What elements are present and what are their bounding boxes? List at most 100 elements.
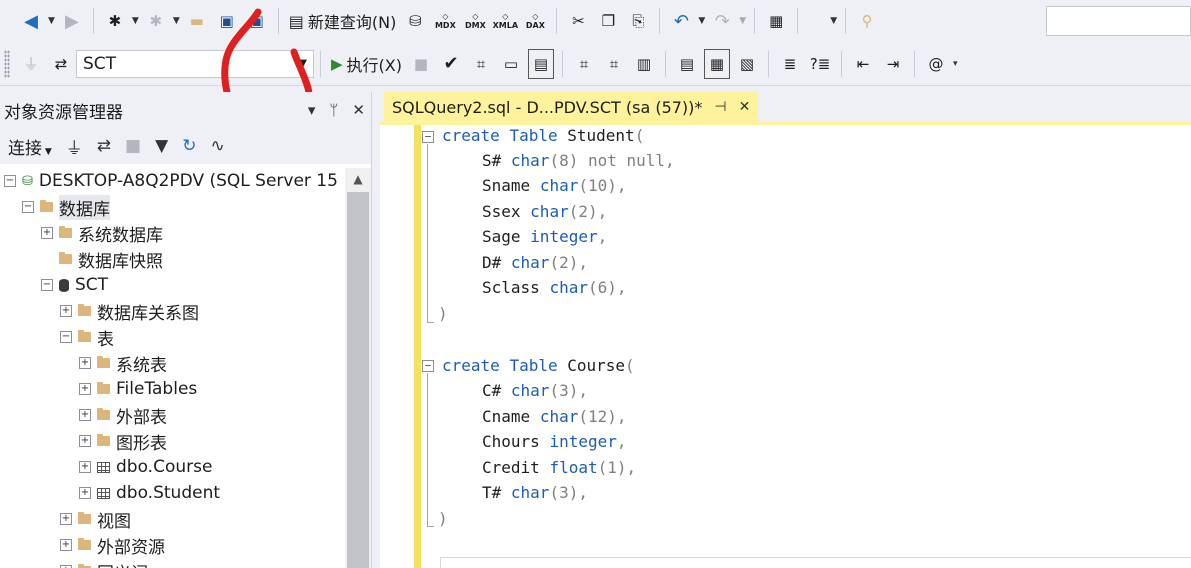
include-actual-plan-icon[interactable]: ⌗ — [571, 49, 597, 79]
tree-node-databases[interactable]: − 数据库 — [22, 194, 110, 220]
activity-monitor-icon[interactable]: ▦ — [763, 6, 789, 36]
connect-plug-icon[interactable]: ⏚ — [66, 134, 83, 159]
tree-node-external-resources[interactable]: + 外部资源 — [60, 532, 165, 558]
expand-icon[interactable]: + — [60, 513, 72, 525]
tree-node-server[interactable]: − ⛁ DESKTOP-A8Q2PDV (SQL Server 15 — [4, 168, 338, 194]
tree-node-external-tables[interactable]: + 外部表 — [79, 402, 167, 428]
tree-scrollbar[interactable]: ▲ — [345, 168, 371, 568]
expand-icon[interactable]: + — [41, 227, 53, 239]
separator — [841, 50, 842, 77]
find-box[interactable] — [1046, 6, 1191, 36]
redo-dropdown-icon[interactable]: ▼ — [739, 16, 746, 26]
expand-icon[interactable]: + — [60, 539, 72, 551]
results-to-file-icon[interactable]: ▧ — [734, 49, 760, 79]
database-engine-query-icon[interactable]: ⛁ — [402, 6, 428, 36]
tree-node-system-tables[interactable]: + 系统表 — [79, 350, 167, 376]
parse-icon[interactable]: ✔ — [438, 49, 464, 79]
live-query-stats-icon[interactable]: ⌗ — [601, 49, 627, 79]
collapse-icon[interactable]: − — [41, 279, 53, 291]
expand-icon[interactable]: + — [79, 357, 91, 369]
display-estimated-plan-icon[interactable]: ⌗ — [468, 49, 494, 79]
undo-dropdown-icon[interactable]: ▼ — [698, 16, 705, 26]
query-tab[interactable]: SQLQuery2.sql - D...PDV.SCT (sa (57))* ⊣… — [384, 92, 759, 122]
new-query-button[interactable]: ▤ 新建查询(N) — [285, 6, 401, 36]
tree-node-synonyms[interactable]: + 同义词 — [60, 558, 148, 568]
add-item-icon[interactable]: ✱ — [143, 6, 169, 36]
paste-icon[interactable]: ⎘ — [625, 6, 651, 36]
tree-node-table-student[interactable]: + dbo.Student — [79, 480, 220, 506]
expand-icon[interactable]: + — [79, 409, 91, 421]
results-to-grid-icon[interactable]: ▦ — [704, 48, 730, 79]
window-position-icon[interactable]: ▾ — [308, 101, 316, 119]
scrollbar-thumb[interactable] — [347, 192, 369, 568]
decrease-indent-icon[interactable]: ⇤ — [850, 49, 876, 79]
filter-icon[interactable]: ▼ — [155, 136, 168, 156]
stop-icon[interactable]: ■ — [125, 136, 141, 156]
intellisense-icon[interactable]: ▤ — [528, 48, 554, 79]
expand-icon[interactable]: + — [79, 435, 91, 447]
toolbar-grip[interactable] — [4, 49, 10, 78]
fold-collapse-icon[interactable]: − — [422, 360, 434, 372]
undo-icon[interactable]: ↶ — [668, 6, 694, 36]
collapse-icon[interactable]: − — [4, 175, 16, 187]
dax-query-button[interactable]: ◇ DAX — [522, 6, 548, 36]
available-databases-select[interactable]: SCT ▼ — [76, 49, 314, 78]
execute-button[interactable]: ▶ 执行(X) — [327, 49, 406, 79]
collapse-icon[interactable]: − — [22, 201, 34, 213]
back-icon[interactable]: ◀ — [18, 6, 44, 36]
specify-template-values-icon[interactable]: @ — [923, 49, 949, 79]
back-dropdown-icon[interactable]: ▼ — [48, 16, 55, 26]
tree-node-tables[interactable]: − 表 — [60, 324, 114, 350]
mdx-query-button[interactable]: ◇ MDX — [432, 6, 458, 36]
open-file-icon[interactable]: ▬ — [184, 6, 210, 36]
tree-node-database-snapshots[interactable]: 数据库快照 — [59, 246, 163, 272]
copy-icon[interactable]: ❐ — [595, 6, 621, 36]
dmx-query-button[interactable]: ◇ DMX — [462, 6, 488, 36]
tree-node-database-diagrams[interactable]: + 数据库关系图 — [60, 298, 199, 324]
close-tab-icon[interactable]: ✕ — [739, 99, 751, 115]
tree-node-views[interactable]: + 视图 — [60, 506, 131, 532]
query-options-icon[interactable]: ▭ — [498, 49, 524, 79]
expand-icon[interactable]: + — [60, 305, 72, 317]
comment-out-icon[interactable]: ≣ — [777, 49, 803, 79]
tree-node-system-databases[interactable]: + 系统数据库 — [41, 220, 163, 246]
sql-editor[interactable]: − − create Table Student( S# char(8) not… — [380, 125, 1191, 568]
redo-icon[interactable]: ↷ — [709, 6, 735, 36]
add-item-dropdown-icon[interactable]: ▼ — [173, 16, 180, 26]
disconnect-icon[interactable]: ⇄ — [97, 136, 111, 156]
scroll-up-icon[interactable]: ▲ — [345, 168, 371, 190]
client-statistics-icon[interactable]: ▥ — [631, 49, 657, 79]
find-in-files-icon[interactable]: ⚲ — [854, 6, 880, 36]
pin-icon[interactable]: ᛘ — [329, 101, 338, 119]
solution-config-dropdown-icon[interactable]: ▼ — [830, 16, 837, 26]
new-project-icon[interactable]: ✱ — [102, 6, 128, 36]
save-all-icon[interactable]: ▣ — [244, 6, 270, 36]
expand-icon[interactable]: + — [79, 461, 91, 473]
connect-button[interactable]: 连接 ▼ — [8, 134, 52, 159]
forward-icon[interactable]: ▶ — [59, 6, 85, 36]
close-icon[interactable]: ✕ — [352, 101, 365, 119]
tree-node-label: 图形表 — [116, 433, 167, 454]
connect-icon[interactable]: ⏚ — [18, 49, 44, 79]
tree-node-sct[interactable]: − SCT — [41, 272, 108, 298]
expand-icon[interactable]: + — [79, 383, 91, 395]
uncomment-icon[interactable]: ?≣ — [807, 49, 833, 79]
activity-monitor-icon[interactable]: ∿ — [210, 136, 224, 156]
cut-icon[interactable]: ✂ — [565, 6, 591, 36]
tree-node-graph-tables[interactable]: + 图形表 — [79, 428, 167, 454]
increase-indent-icon[interactable]: ⇥ — [880, 49, 906, 79]
tree-node-filetables[interactable]: + FileTables — [79, 376, 197, 402]
save-icon[interactable]: ▣ — [214, 6, 240, 36]
xmla-query-button[interactable]: ◇ XMLA — [492, 6, 518, 36]
tree-node-table-course[interactable]: + dbo.Course — [79, 454, 212, 480]
expand-icon[interactable]: + — [79, 487, 91, 499]
cancel-query-icon[interactable]: ■ — [408, 49, 434, 79]
results-to-text-icon[interactable]: ▤ — [674, 49, 700, 79]
toolbar-overflow-icon[interactable]: ▾ — [953, 59, 958, 69]
change-connection-icon[interactable]: ⇄ — [48, 49, 74, 79]
fold-collapse-icon[interactable]: − — [422, 131, 434, 143]
new-project-dropdown-icon[interactable]: ▼ — [132, 16, 139, 26]
collapse-icon[interactable]: − — [60, 331, 72, 343]
refresh-icon[interactable]: ↻ — [182, 136, 196, 156]
pin-tab-icon[interactable]: ⊣ — [714, 99, 726, 115]
